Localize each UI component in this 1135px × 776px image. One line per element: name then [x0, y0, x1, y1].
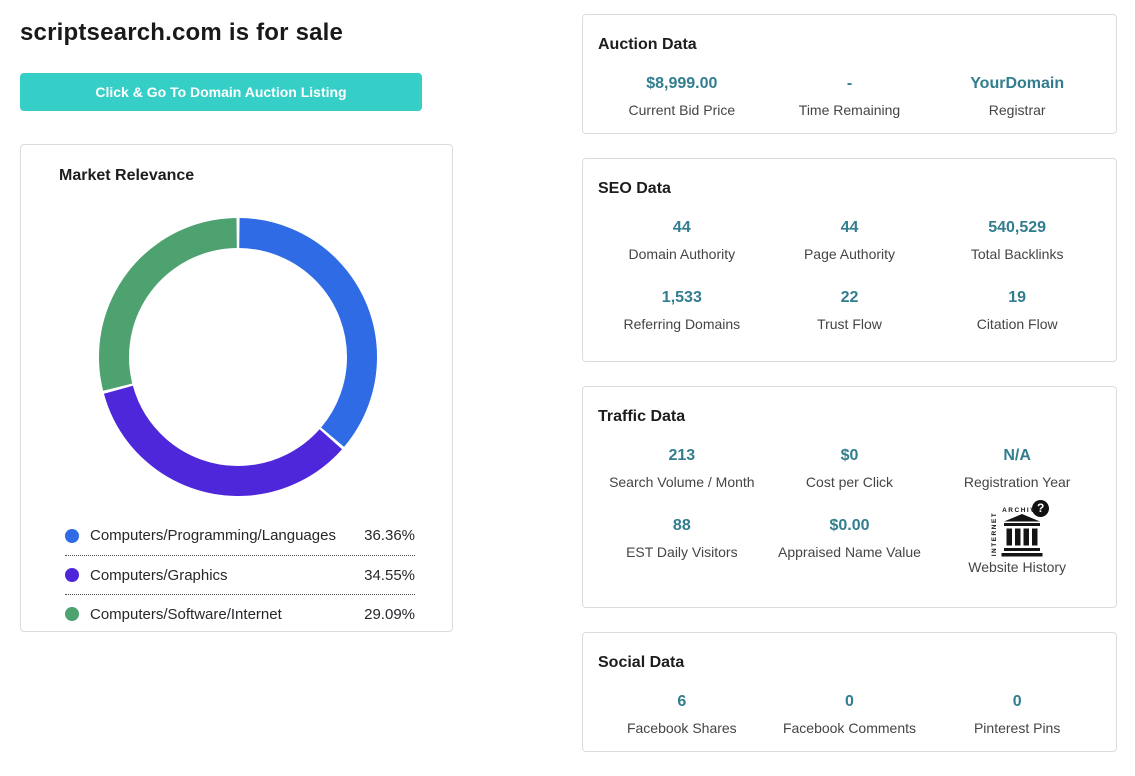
stat-label: Pinterest Pins [933, 720, 1101, 736]
legend-label: Computers/Programming/Languages [90, 527, 364, 544]
stat-est-daily-visitors: 88 EST Daily Visitors [598, 517, 766, 575]
stat-value: $0.00 [766, 517, 934, 535]
stat-value: 19 [933, 289, 1101, 307]
help-icon[interactable]: ? [1032, 500, 1049, 517]
stat-trust-flow: 22 Trust Flow [766, 289, 934, 332]
legend-dot-green [65, 607, 79, 621]
data-cards-column: Auction Data $8,999.00 Current Bid Price… [582, 14, 1117, 752]
stat-label: Time Remaining [766, 102, 934, 118]
stat-referring-domains: 1,533 Referring Domains [598, 289, 766, 332]
stat-label: Registrar [933, 102, 1101, 118]
stat-label: Search Volume / Month [598, 474, 766, 490]
traffic-data-card: Traffic Data 213 Search Volume / Month $… [582, 386, 1117, 608]
stat-value: 1,533 [598, 289, 766, 307]
market-relevance-donut-chart [99, 218, 377, 496]
card-title: SEO Data [598, 180, 1101, 198]
stat-total-backlinks: 540,529 Total Backlinks [933, 219, 1101, 262]
legend-percent: 29.09% [364, 606, 415, 623]
stat-registration-year: N/A Registration Year [933, 447, 1101, 490]
stat-label: Page Authority [766, 246, 934, 262]
stat-label: Cost per Click [766, 474, 934, 490]
stat-value: 6 [598, 693, 766, 711]
legend-label: Computers/Graphics [90, 567, 364, 584]
stat-label: Current Bid Price [598, 102, 766, 118]
seo-data-card: SEO Data 44 Domain Authority 44 Page Aut… [582, 158, 1117, 362]
stat-value: 0 [933, 693, 1101, 711]
stat-page-authority: 44 Page Authority [766, 219, 934, 262]
stat-time-remaining: - Time Remaining [766, 75, 934, 118]
stat-label: Domain Authority [598, 246, 766, 262]
legend-item: Computers/Programming/Languages 36.36% [65, 516, 415, 555]
stat-appraised-name-value: $0.00 Appraised Name Value [766, 517, 934, 575]
stat-label: Total Backlinks [933, 246, 1101, 262]
stat-registrar: YourDomain Registrar [933, 75, 1101, 118]
stat-label: Facebook Shares [598, 720, 766, 736]
legend-percent: 36.36% [364, 527, 415, 544]
stat-value: 0 [766, 693, 934, 711]
card-title: Social Data [598, 654, 1101, 672]
auction-listing-button[interactable]: Click & Go To Domain Auction Listing [20, 73, 422, 111]
stat-facebook-shares: 6 Facebook Shares [598, 693, 766, 736]
stat-value: 88 [598, 517, 766, 535]
auction-data-card: Auction Data $8,999.00 Current Bid Price… [582, 14, 1117, 134]
stat-current-bid-price: $8,999.00 Current Bid Price [598, 75, 766, 118]
stat-search-volume: 213 Search Volume / Month [598, 447, 766, 490]
page-title: scriptsearch.com is for sale [20, 19, 343, 47]
market-relevance-card: Market Relevance Computers/Programming/L… [20, 144, 453, 632]
legend-dot-blue [65, 529, 79, 543]
social-data-card: Social Data 6 Facebook Shares 0 Facebook… [582, 632, 1117, 752]
stat-value: N/A [933, 447, 1101, 465]
stat-value: 44 [598, 219, 766, 237]
stat-value: 44 [766, 219, 934, 237]
stat-pinterest-pins: 0 Pinterest Pins [933, 693, 1101, 736]
market-relevance-title: Market Relevance [59, 167, 194, 185]
legend-item: Computers/Graphics 34.55% [65, 555, 415, 594]
stat-value: $0 [766, 447, 934, 465]
card-title: Traffic Data [598, 408, 1101, 426]
stat-value: 540,529 [933, 219, 1101, 237]
stat-facebook-comments: 0 Facebook Comments [766, 693, 934, 736]
stat-label: Citation Flow [933, 316, 1101, 332]
stat-value: YourDomain [933, 75, 1101, 93]
stat-value: $8,999.00 [598, 75, 766, 93]
stat-label: Registration Year [933, 474, 1101, 490]
stat-label: Referring Domains [598, 316, 766, 332]
stat-value: 213 [598, 447, 766, 465]
website-history-label: Website History [968, 559, 1066, 575]
legend-percent: 34.55% [364, 567, 415, 584]
website-history-link[interactable]: ARCHIVE INTERNET ? [933, 503, 1101, 575]
stat-label: Appraised Name Value [766, 544, 934, 560]
legend-dot-purple [65, 568, 79, 582]
stat-label: Trust Flow [766, 316, 934, 332]
stat-label: EST Daily Visitors [598, 544, 766, 560]
stat-citation-flow: 19 Citation Flow [933, 289, 1101, 332]
stat-domain-authority: 44 Domain Authority [598, 219, 766, 262]
card-title: Auction Data [598, 36, 1101, 54]
legend-item: Computers/Software/Internet 29.09% [65, 594, 415, 633]
stat-value: - [766, 75, 934, 93]
stat-label: Facebook Comments [766, 720, 934, 736]
stat-cost-per-click: $0 Cost per Click [766, 447, 934, 490]
stat-value: 22 [766, 289, 934, 307]
market-relevance-legend: Computers/Programming/Languages 36.36% C… [65, 516, 415, 633]
legend-label: Computers/Software/Internet [90, 606, 364, 623]
svg-text:INTERNET: INTERNET [991, 512, 998, 557]
